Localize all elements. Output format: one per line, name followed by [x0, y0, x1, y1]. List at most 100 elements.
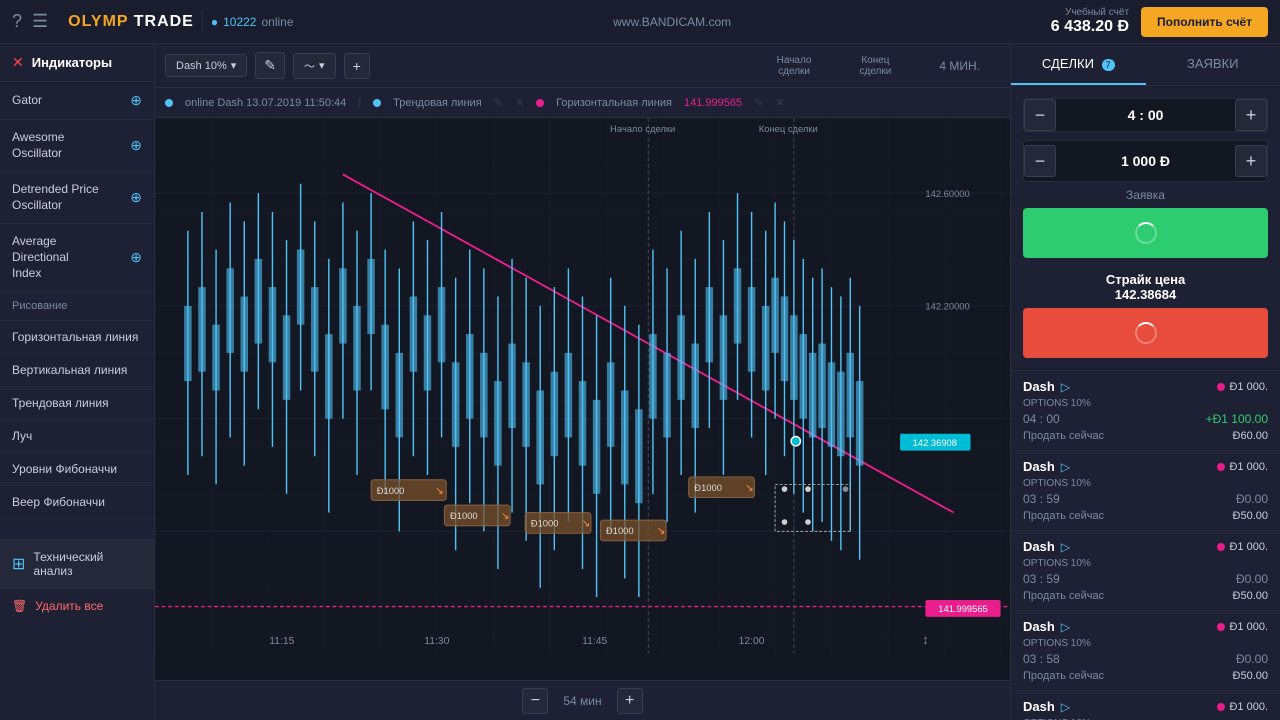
- awesome-add-icon[interactable]: ⊕: [130, 137, 142, 154]
- sell-button[interactable]: [1023, 308, 1268, 358]
- trade-1-time: 04 : 00: [1023, 412, 1060, 426]
- trade-2-sell-btn[interactable]: Продать сейчас: [1023, 510, 1104, 522]
- topup-button[interactable]: Пополнить счёт: [1141, 7, 1268, 37]
- trade-4-sell-btn[interactable]: Продать сейчас: [1023, 670, 1104, 682]
- sidebar-item-ray[interactable]: Луч: [0, 420, 154, 453]
- instrument-dropdown-icon: ▾: [231, 59, 237, 72]
- trade-3-amount-group: Ð1 000.: [1217, 541, 1268, 553]
- trade-item-1-header: Dash ▷ Ð1 000.: [1023, 379, 1268, 394]
- trend-dot: [373, 99, 381, 107]
- trade-3-time-row: 03 : 59 Ð0.00: [1023, 572, 1268, 586]
- trade-1-sell-btn[interactable]: Продать сейчас: [1023, 430, 1104, 442]
- svg-text:Начало сделки: Начало сделки: [610, 123, 675, 134]
- tab-orders[interactable]: ЗАЯВКИ: [1146, 44, 1280, 85]
- draw-tool-btn[interactable]: ✎: [255, 52, 285, 79]
- horiz-edit-icon[interactable]: ✎: [754, 96, 763, 109]
- trade-5-dot: [1217, 703, 1225, 711]
- buy-spinner: [1135, 222, 1157, 244]
- trade-2-name-group: Dash ▷: [1023, 459, 1070, 474]
- horiz-remove-icon[interactable]: ✕: [775, 96, 784, 109]
- instrument-label: Dash 10%: [176, 60, 227, 72]
- sidebar-item-vert-line[interactable]: Вертикальная линия: [0, 354, 154, 387]
- main-layout: ✕ Индикаторы Gator ⊕ AwesomeOscillator ⊕…: [0, 44, 1280, 720]
- end-deal-text2: сделки: [859, 66, 891, 77]
- order-section-label: Заявка: [1023, 182, 1268, 208]
- chart-canvas[interactable]: Ð1000 ↘ Ð1000 ↘ Ð1000 ↘ Ð1000 ↘: [155, 118, 1010, 680]
- amount-increase-btn[interactable]: +: [1235, 145, 1267, 177]
- svg-text:Ð1000: Ð1000: [606, 525, 634, 536]
- sidebar-item-adi[interactable]: AverageDirectionalIndex ⊕: [0, 224, 154, 292]
- end-deal-text: Конец: [859, 55, 891, 66]
- svg-text:11:45: 11:45: [582, 636, 607, 647]
- trend-remove-icon[interactable]: ✕: [515, 96, 524, 109]
- start-deal-text2: сделки: [777, 66, 812, 77]
- duration-control: − 4 : 00 +: [1023, 98, 1268, 132]
- trade-5-name: Dash: [1023, 699, 1055, 714]
- trend-edit-icon[interactable]: ✎: [494, 96, 503, 109]
- trade-1-icon: ▷: [1061, 380, 1070, 394]
- trade-1-amount: Ð1 000.: [1229, 381, 1268, 393]
- sidebar-item-gator[interactable]: Gator ⊕: [0, 82, 154, 120]
- sidebar-item-trend-line[interactable]: Трендовая линия: [0, 387, 154, 420]
- trade-2-amount: Ð1 000.: [1229, 461, 1268, 473]
- gator-add-icon[interactable]: ⊕: [130, 92, 142, 109]
- duration-decrease-btn[interactable]: −: [1024, 99, 1056, 131]
- online-dot: [165, 99, 173, 107]
- delete-icon: 🗑: [12, 599, 27, 613]
- svg-text:↕: ↕: [922, 632, 929, 647]
- zoom-out-btn[interactable]: −: [522, 688, 548, 714]
- zoom-level: 54 мин: [563, 694, 601, 708]
- sidebar-spacer: [0, 519, 154, 539]
- sidebar-tech-analysis[interactable]: ⊞ Технический анализ: [0, 539, 154, 588]
- chart-type-btn[interactable]: 〜 ▾: [293, 53, 336, 79]
- trade-2-dot: [1217, 463, 1225, 471]
- end-deal-label: Конец сделки: [839, 55, 911, 77]
- sidebar: ✕ Индикаторы Gator ⊕ AwesomeOscillator ⊕…: [0, 44, 155, 720]
- sidebar-delete-all[interactable]: 🗑 Удалить все: [0, 588, 154, 623]
- svg-text:↘: ↘: [745, 483, 754, 494]
- instrument-selector[interactable]: Dash 10% ▾: [165, 54, 247, 77]
- close-icon[interactable]: ✕: [12, 54, 24, 71]
- menu-icon[interactable]: ☰: [32, 11, 48, 32]
- trade-3-sell-btn[interactable]: Продать сейчас: [1023, 590, 1104, 602]
- delete-label: Удалить все: [35, 599, 103, 613]
- svg-text:Ð1000: Ð1000: [377, 485, 405, 496]
- trade-1-sell-price: Ð60.00: [1233, 430, 1268, 442]
- help-icon[interactable]: ?: [12, 11, 22, 32]
- trade-item-5-header: Dash ▷ Ð1 000.: [1023, 699, 1268, 714]
- trade-3-amount: Ð1 000.: [1229, 541, 1268, 553]
- detrended-add-icon[interactable]: ⊕: [130, 189, 142, 206]
- svg-text:142.36908: 142.36908: [913, 437, 957, 448]
- tab-orders-label: ЗАЯВКИ: [1187, 56, 1239, 71]
- trade-1-profit: +Ð1 100.00: [1206, 412, 1268, 426]
- zoom-in-btn[interactable]: +: [617, 688, 643, 714]
- trade-4-icon: ▷: [1061, 620, 1070, 634]
- buy-button[interactable]: [1023, 208, 1268, 258]
- trade-5-amount: Ð1 000.: [1229, 701, 1268, 713]
- strike-value: 142.38684: [1115, 287, 1176, 302]
- trade-1-dot: [1217, 383, 1225, 391]
- start-deal-text: Начало: [777, 55, 812, 66]
- tab-trades[interactable]: СДЕЛКИ 7: [1011, 44, 1146, 85]
- trade-4-time-row: 03 : 58 Ð0.00: [1023, 652, 1268, 666]
- logo: OLYMP TRADE: [68, 13, 194, 31]
- duration-increase-btn[interactable]: +: [1235, 99, 1267, 131]
- drawing-section-label: Рисование: [0, 292, 154, 321]
- sidebar-item-horiz-line[interactable]: Горизонтальная линия: [0, 321, 154, 354]
- adi-add-icon[interactable]: ⊕: [130, 249, 142, 266]
- sidebar-item-fib-fan[interactable]: Веер Фибоначчи: [0, 486, 154, 519]
- balance-display: Учебный счёт 6 438.20 Ð: [1051, 7, 1129, 36]
- sidebar-item-detrended[interactable]: Detrended PriceOscillator ⊕: [0, 172, 154, 224]
- sidebar-header: ✕ Индикаторы: [0, 44, 154, 82]
- chart-info-text: online Dash 13.07.2019 11:50:44: [185, 97, 346, 109]
- trade-2-icon: ▷: [1061, 460, 1070, 474]
- order-widget: − 4 : 00 + − 1 000 Ð + Заявка Страйк це: [1011, 86, 1280, 371]
- bandicam-watermark: www.BANDICAM.com: [294, 15, 1051, 29]
- header: ? ☰ OLYMP TRADE ● 10222 online www.BANDI…: [0, 0, 1280, 44]
- amount-decrease-btn[interactable]: −: [1024, 145, 1056, 177]
- sidebar-item-awesome[interactable]: AwesomeOscillator ⊕: [0, 120, 154, 172]
- svg-text:Ð1000: Ð1000: [531, 518, 559, 529]
- svg-text:↘: ↘: [501, 511, 510, 522]
- add-indicator-btn[interactable]: +: [344, 53, 370, 79]
- sidebar-item-fib-levels[interactable]: Уровни Фибоначчи: [0, 453, 154, 486]
